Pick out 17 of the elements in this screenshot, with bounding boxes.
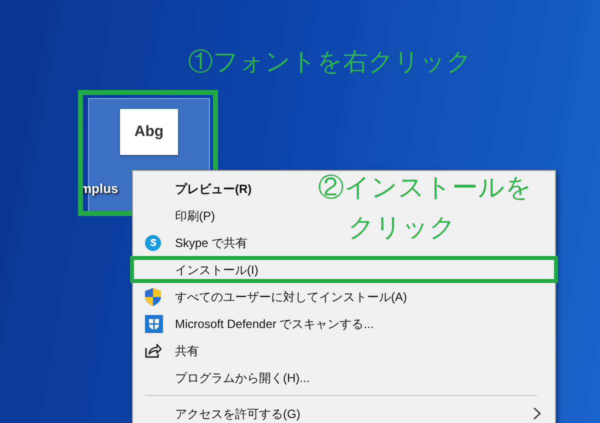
skype-icon: [145, 234, 161, 250]
menu-item[interactable]: インストール(I): [175, 260, 258, 278]
annotation-text: クリック: [348, 214, 456, 240]
chevron-right-icon: [533, 407, 541, 420]
annotation-text: ①フォントを右クリック: [188, 50, 472, 75]
menu-item[interactable]: プログラムから開く(H)...: [175, 368, 310, 386]
font-sample-text: Abg: [134, 122, 164, 142]
shield-window-icon: [145, 314, 163, 332]
menu-item[interactable]: アクセスを許可する(G): [175, 404, 300, 422]
file-name: mplus: [80, 180, 118, 198]
menu-item[interactable]: 共有: [175, 342, 199, 360]
menu-item[interactable]: Microsoft Defender でスキャンする...: [175, 314, 374, 332]
menu-item[interactable]: すべてのユーザーに対してインストール(A): [175, 288, 407, 306]
share-icon: [145, 343, 162, 358]
shield-icon: [145, 288, 161, 306]
annotation-text: ②インストールを: [318, 174, 532, 200]
menu-item[interactable]: Skype で共有: [175, 234, 248, 252]
